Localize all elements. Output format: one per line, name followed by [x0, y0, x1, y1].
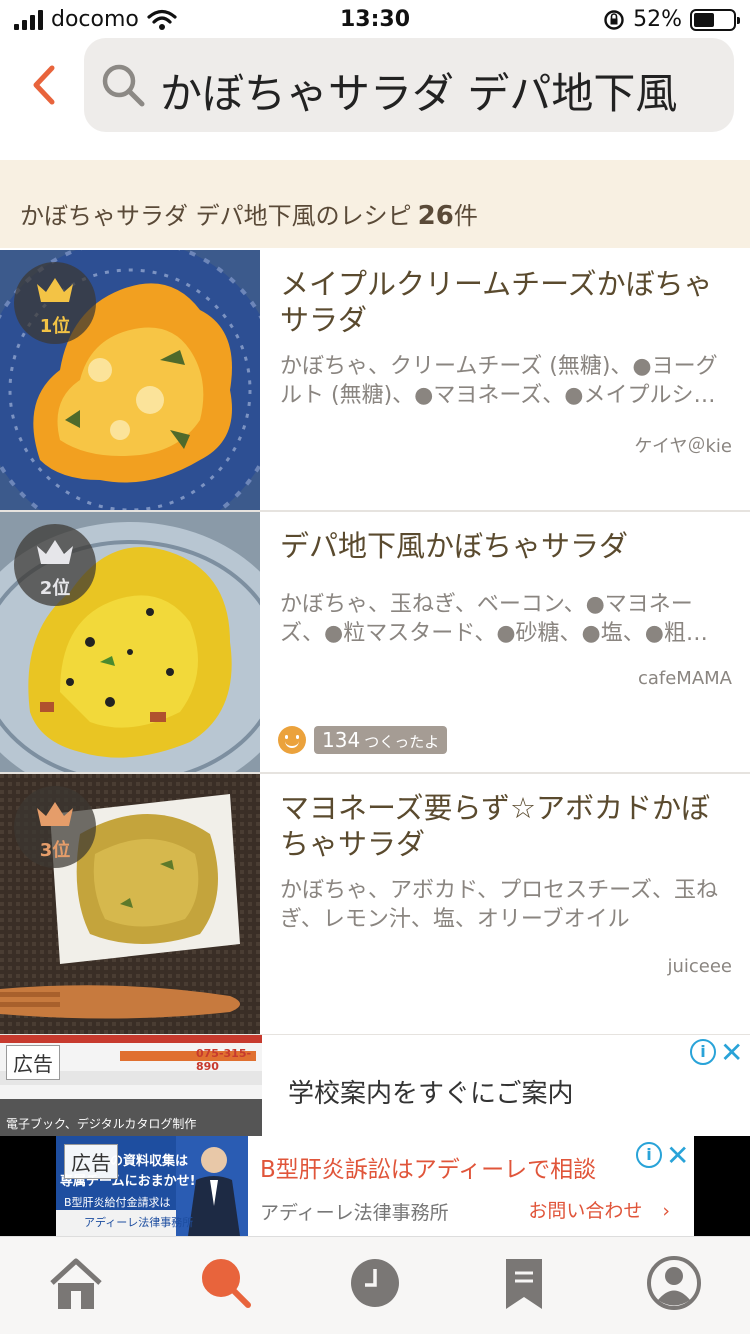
crown-icon	[37, 802, 73, 826]
ad-image-text: アディーレ法律事務所	[84, 1216, 194, 1229]
rank-badge: 1位	[14, 262, 96, 344]
recipe-card[interactable]: 2位 デパ地下風かぼちゃサラダ かぼちゃ、玉ねぎ、ベーコン、●マヨネーズ、●粒マ…	[0, 512, 750, 774]
ad-phone: 075-315-890	[196, 1047, 252, 1073]
result-count: 26	[417, 201, 454, 231]
ad-banner[interactable]: 075-315-890 電子ブック、デジタルカタログ制作 広告 学校案内をすぐに…	[0, 1034, 750, 1137]
ad-image-text: の資料収集は	[110, 1154, 189, 1169]
result-count-banner: かぼちゃサラダ デパ地下風のレシピ 26件	[0, 160, 750, 248]
recipe-author[interactable]: juiceee	[667, 956, 732, 977]
ad-image: の資料収集は 専属チームにおまかせ! B型肝炎給付金請求は アディーレ法律事務所…	[56, 1136, 248, 1236]
tab-bar	[0, 1236, 750, 1334]
ad-label: 広告	[64, 1144, 118, 1179]
close-icon[interactable]: ✕	[720, 1039, 743, 1067]
ad-banner-inner[interactable]: の資料収集は 専属チームにおまかせ! B型肝炎給付金請求は アディーレ法律事務所…	[56, 1136, 694, 1236]
home-icon	[50, 1258, 102, 1309]
crown-icon	[37, 540, 73, 564]
battery-info: 52%	[603, 7, 740, 32]
tsukurepo-count: 134 つくったよ	[314, 726, 448, 754]
ad-label: 広告	[6, 1045, 60, 1080]
recipe-ingredients: かぼちゃ、アボカド、プロセスチーズ、玉ねぎ、レモン汁、塩、オリーブオイル	[280, 878, 719, 932]
rank-badge: 3位	[14, 786, 96, 868]
info-icon[interactable]: i	[636, 1142, 662, 1168]
recipe-card[interactable]: 1位 メイプルクリームチーズかぼちゃサラダ かぼちゃ、クリームチーズ (無糖)、…	[0, 250, 750, 512]
battery-icon	[690, 8, 740, 31]
ad-advertiser: アディーレ法律事務所	[260, 1202, 449, 1224]
chevron-left-icon	[33, 65, 55, 105]
battery-percent: 52%	[633, 7, 682, 32]
result-unit: 件	[453, 202, 478, 230]
tab-mypage[interactable]	[644, 1253, 704, 1313]
tab-history[interactable]	[345, 1253, 405, 1313]
rank-label: 3位	[39, 840, 71, 861]
recipe-photo: 2位	[0, 512, 260, 772]
recipe-title[interactable]: マヨネーズ要らず☆アボカドかぼちゃサラダ	[280, 790, 732, 862]
recipe-author[interactable]: cafeMAMA	[638, 668, 732, 689]
ad-banner[interactable]: の資料収集は 専属チームにおまかせ! B型肝炎給付金請求は アディーレ法律事務所…	[0, 1136, 750, 1236]
back-button[interactable]	[24, 60, 64, 110]
rotation-lock-icon	[604, 9, 624, 30]
rank-badge: 2位	[14, 524, 96, 606]
search-icon	[102, 64, 145, 107]
recipe-author[interactable]: ケイヤ＠kie	[634, 432, 732, 458]
bookmark-icon	[506, 1259, 542, 1309]
search-input[interactable]: かぼちゃサラダ デパ地下風	[84, 38, 734, 132]
search-icon	[202, 1259, 251, 1308]
tab-bookmark[interactable]	[494, 1253, 554, 1313]
recipe-photo: 3位	[0, 774, 260, 1034]
recipe-ingredients: かぼちゃ、玉ねぎ、ベーコン、●マヨネーズ、●粒マスタード、●砂糖、●塩、●粗…	[280, 592, 708, 646]
ad-image: 075-315-890 電子ブック、デジタルカタログ制作 広告	[0, 1035, 262, 1137]
rank-label: 2位	[39, 578, 71, 599]
ad-image-caption: 電子ブック、デジタルカタログ制作	[6, 1117, 197, 1131]
ad-image-text: B型肝炎給付金請求は	[64, 1196, 171, 1209]
recipe-title[interactable]: デパ地下風かぼちゃサラダ	[280, 528, 732, 564]
tsukurepo-badge[interactable]: 134 つくったよ	[278, 726, 448, 754]
search-query-text: かぼちゃサラダ デパ地下風	[160, 69, 678, 118]
smile-icon	[278, 726, 306, 754]
recipe-ingredients: かぼちゃ、クリームチーズ (無糖)、●ヨーグルト (無糖)、●マヨネーズ、●メイ…	[280, 354, 718, 408]
ad-cta-button[interactable]: お問い合わせ ›	[528, 1196, 670, 1223]
user-icon	[647, 1256, 701, 1310]
ad-text[interactable]: 学校案内をすぐにご案内	[288, 1073, 573, 1110]
tab-home[interactable]	[46, 1253, 106, 1313]
tab-search[interactable]	[196, 1253, 256, 1313]
recipe-title[interactable]: メイプルクリームチーズかぼちゃサラダ	[280, 266, 732, 338]
close-icon[interactable]: ✕	[666, 1142, 689, 1170]
result-label: かぼちゃサラダ デパ地下風のレシピ	[20, 202, 412, 230]
chevron-right-icon: ›	[662, 1200, 670, 1222]
status-bar: docomo 13:30 52%	[0, 0, 750, 40]
recipe-photo: 1位	[0, 250, 260, 510]
crown-icon	[37, 278, 73, 302]
info-icon[interactable]: i	[690, 1039, 716, 1065]
recipe-card[interactable]: 3位 マヨネーズ要らず☆アボカドかぼちゃサラダ かぼちゃ、アボカド、プロセスチー…	[0, 774, 750, 1036]
ad-headline[interactable]: B型肝炎訴訟はアディーレで相談	[260, 1150, 596, 1184]
rank-label: 1位	[39, 316, 71, 337]
clock-icon	[351, 1259, 399, 1307]
